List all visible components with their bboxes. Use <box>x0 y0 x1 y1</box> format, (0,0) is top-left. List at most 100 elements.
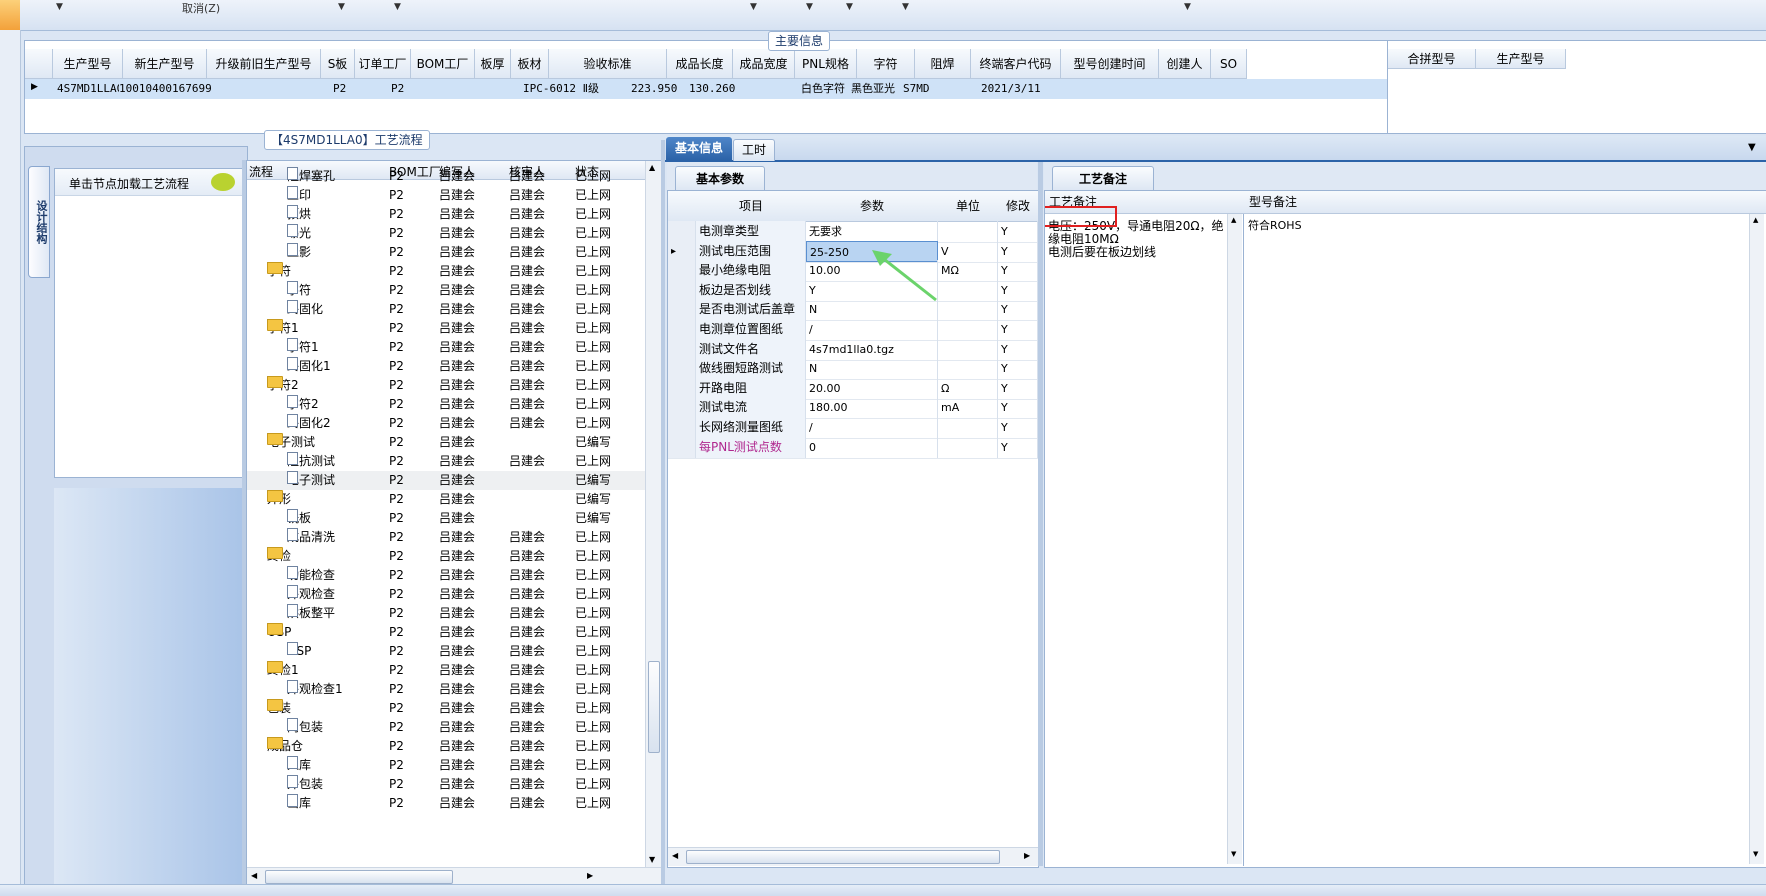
table-row[interactable]: −字符P2吕建会吕建会已上网 <box>247 262 647 281</box>
table-row[interactable]: 终固化2 P2 吕建会 吕建会 已上网 <box>247 414 647 433</box>
column-header[interactable]: 板厚 <box>475 49 511 79</box>
cancel-button[interactable]: 取消(Z) <box>182 0 220 16</box>
table-row[interactable]: −终检P2吕建会吕建会已上网 <box>247 547 647 566</box>
cell-customer[interactable]: S7MD <box>903 79 930 99</box>
model-remark-scrollbar[interactable]: ▲ ▼ <box>1749 214 1764 864</box>
column-header[interactable]: 创建人 <box>1159 49 1211 79</box>
table-row[interactable]: 成品清洗 P2 吕建会 吕建会 已上网 <box>247 528 647 547</box>
column-header[interactable]: 终端客户代码 <box>971 49 1061 79</box>
param-value[interactable]: N <box>806 358 938 380</box>
chevron-down-icon[interactable]: ▼ <box>902 2 909 12</box>
scroll-down-icon[interactable]: ▼ <box>649 855 655 864</box>
param-value[interactable]: 4s7md1lla0.tgz <box>806 338 938 360</box>
table-row[interactable]: −字符1P2吕建会吕建会已上网 <box>247 319 647 338</box>
table-row[interactable]: 显影 P2 吕建会 吕建会 已上网 <box>247 243 647 262</box>
chevron-down-icon[interactable]: ▼ <box>1184 2 1191 12</box>
column-header[interactable]: 字符 <box>857 49 915 79</box>
chevron-down-icon[interactable]: ▼ <box>750 2 757 12</box>
scroll-thumb[interactable] <box>648 661 660 753</box>
app-menu-button[interactable] <box>0 0 20 30</box>
table-row[interactable]: −成品仓P2吕建会吕建会已上网 <box>247 737 647 756</box>
table-row[interactable]: OSP P2 吕建会 吕建会 已上网 <box>247 642 647 661</box>
param-value[interactable]: / <box>806 417 938 438</box>
table-row[interactable]: 每PNL测试点数 0 Y <box>668 436 1038 459</box>
tab-hours[interactable]: 工时 <box>733 139 775 161</box>
cell-model[interactable]: 4S7MD1LLA0 <box>57 79 124 99</box>
row-selector[interactable] <box>668 299 696 321</box>
column-header[interactable]: 项目 <box>696 191 807 222</box>
splitter[interactable] <box>242 160 246 886</box>
model-remark-textarea[interactable]: 符合ROHS ▲ ▼ <box>1245 214 1765 866</box>
column-header[interactable]: 型号创建时间 <box>1061 49 1159 79</box>
column-header[interactable]: 生产型号 <box>1476 49 1566 69</box>
scroll-right-icon[interactable]: ▶ <box>1024 851 1030 860</box>
column-header[interactable]: 阻焊 <box>915 49 971 79</box>
scroll-up-icon[interactable]: ▲ <box>649 163 655 172</box>
table-row[interactable]: 烘板整平 P2 吕建会 吕建会 已上网 <box>247 604 647 623</box>
scroll-up-icon[interactable]: ▲ <box>1753 216 1758 224</box>
column-header[interactable]: 升级前旧生产型号 <box>207 49 321 79</box>
table-row[interactable]: −终检1P2吕建会吕建会已上网 <box>247 661 647 680</box>
splitter[interactable] <box>1038 162 1043 866</box>
table-row[interactable]: −OSPP2吕建会吕建会已上网 <box>247 623 647 642</box>
table-row[interactable]: 丝印 P2 吕建会 吕建会 已上网 <box>247 186 647 205</box>
param-value[interactable]: 180.00 <box>806 397 938 419</box>
scroll-right-icon[interactable]: ▶ <box>587 871 593 880</box>
tab-process-remarks[interactable]: 工艺备注 <box>1052 166 1154 191</box>
column-header[interactable]: 成品宽度 <box>733 49 795 79</box>
param-value[interactable]: 0 <box>806 436 938 458</box>
tree-vertical-scrollbar[interactable]: ▲ ▼ <box>645 161 661 867</box>
chevron-down-icon[interactable]: ▼ <box>56 2 63 12</box>
table-row[interactable]: 终固化 P2 吕建会 吕建会 已上网 <box>247 300 647 319</box>
table-row[interactable]: 外观检查1 P2 吕建会 吕建会 已上网 <box>247 680 647 699</box>
param-value[interactable]: 无要求 <box>806 221 938 242</box>
table-row[interactable]: 电子测试 P2 吕建会 已编写 <box>247 471 647 490</box>
cell-standard[interactable]: IPC-6012 Ⅱ级 <box>523 79 600 99</box>
cell-created[interactable]: 2021/3/11 <box>981 79 1041 99</box>
table-row[interactable]: 阻抗测试 P2 吕建会 吕建会 已上网 <box>247 452 647 471</box>
chevron-down-icon[interactable]: ▼ <box>1748 142 1756 153</box>
table-row[interactable]: 入库 P2 吕建会 吕建会 已上网 <box>247 756 647 775</box>
row-selector[interactable] <box>668 260 696 282</box>
row-selector[interactable] <box>668 417 696 438</box>
cell-solder[interactable]: 黑色亚光 <box>851 79 895 99</box>
row-selector[interactable] <box>668 319 696 340</box>
chevron-down-icon[interactable]: ▼ <box>846 2 853 12</box>
table-row[interactable]: 字符1 P2 吕建会 吕建会 已上网 <box>247 338 647 357</box>
table-row[interactable]: 铣板 P2 吕建会 已编写 <box>247 509 647 528</box>
table-row[interactable]: 字符2 P2 吕建会 吕建会 已上网 <box>247 395 647 414</box>
splitter[interactable] <box>661 140 665 886</box>
table-row[interactable]: −包装P2吕建会吕建会已上网 <box>247 699 647 718</box>
row-selector[interactable] <box>668 397 696 419</box>
table-row[interactable]: 预烘 P2 吕建会 吕建会 已上网 <box>247 205 647 224</box>
structure-tree[interactable]: 单击节点加载工艺流程 <box>54 168 244 478</box>
row-selector[interactable] <box>668 436 696 458</box>
column-header[interactable]: 板材 <box>511 49 549 79</box>
tab-basic-params[interactable]: 基本参数 <box>675 166 765 191</box>
chevron-down-icon[interactable]: ▼ <box>338 2 345 12</box>
params-horizontal-scrollbar[interactable]: ◀ ▶ <box>668 847 1038 866</box>
table-row[interactable]: −电子测试P2吕建会已编写 <box>247 433 647 452</box>
table-row[interactable]: −外形P2吕建会已编写 <box>247 490 647 509</box>
param-value[interactable]: 20.00 <box>806 377 938 399</box>
table-row[interactable]: 字符 P2 吕建会 吕建会 已上网 <box>247 281 647 300</box>
scroll-left-icon[interactable]: ◀ <box>251 871 257 880</box>
param-value[interactable]: / <box>806 319 938 340</box>
column-header[interactable]: 生产型号 <box>53 49 123 79</box>
cell-new-model[interactable]: 10010400167699 <box>119 79 212 99</box>
row-selector[interactable] <box>668 377 696 399</box>
chevron-down-icon[interactable]: ▼ <box>394 2 401 12</box>
cell-order-factory[interactable]: P2 <box>333 79 347 99</box>
cell-length[interactable]: 223.950 <box>631 79 678 99</box>
chevron-down-icon[interactable]: ▼ <box>806 2 813 12</box>
table-row[interactable]: 外观检查 P2 吕建会 吕建会 已上网 <box>247 585 647 604</box>
cell-width[interactable]: 130.260 <box>689 79 736 99</box>
column-header[interactable]: 合拼型号 <box>1388 49 1476 69</box>
column-header[interactable]: 修改 <box>998 191 1038 222</box>
scroll-down-icon[interactable]: ▼ <box>1753 850 1758 858</box>
row-selector[interactable]: ▸ <box>668 240 696 262</box>
cell-character[interactable]: 白色字符 <box>801 79 845 99</box>
column-header[interactable]: 验收标准 <box>549 49 667 79</box>
column-header[interactable]: 成品长度 <box>667 49 733 79</box>
table-row[interactable]: 外包装 P2 吕建会 吕建会 已上网 <box>247 775 647 794</box>
